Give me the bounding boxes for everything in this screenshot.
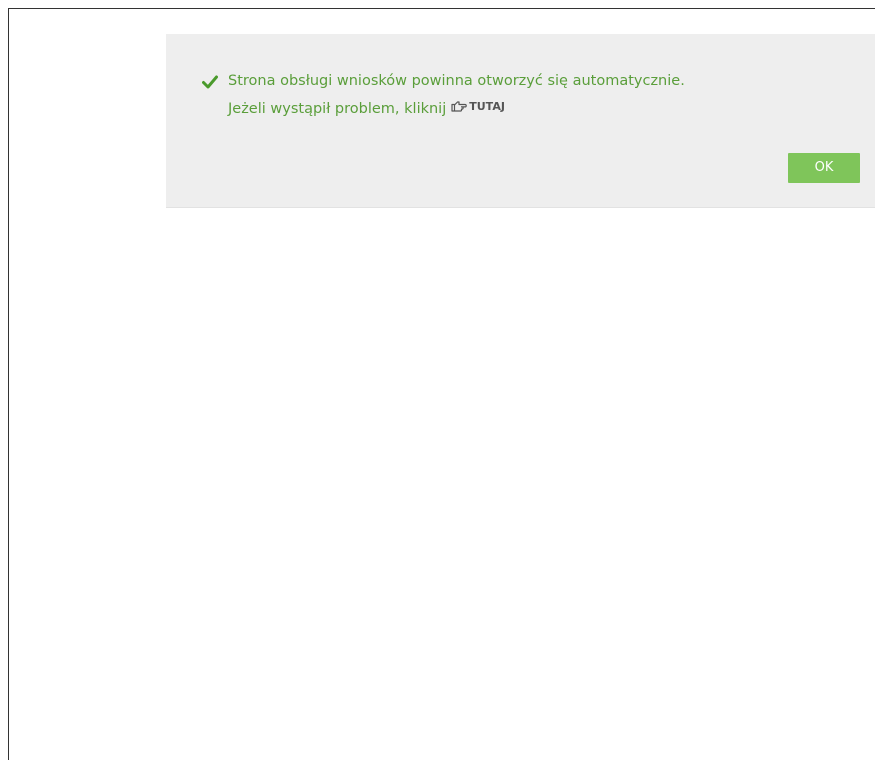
ok-button[interactable]: OK (788, 153, 860, 183)
notice-message-line2-text: Jeżeli wystąpił problem, kliknij (228, 101, 447, 117)
page: Strona obsługi wniosków powinna otworzyć… (0, 0, 875, 760)
notice-message-line2: Jeżeli wystąpił problem, kliknij TUTAJ (228, 100, 505, 117)
pointing-hand-icon (451, 101, 467, 112)
notice-message-line1: Strona obsługi wniosków powinna otworzyć… (228, 73, 685, 89)
check-icon (202, 74, 218, 90)
here-link-label: TUTAJ (469, 100, 505, 113)
success-notice: Strona obsługi wniosków powinna otworzyć… (166, 34, 875, 208)
here-link[interactable]: TUTAJ (451, 100, 505, 113)
